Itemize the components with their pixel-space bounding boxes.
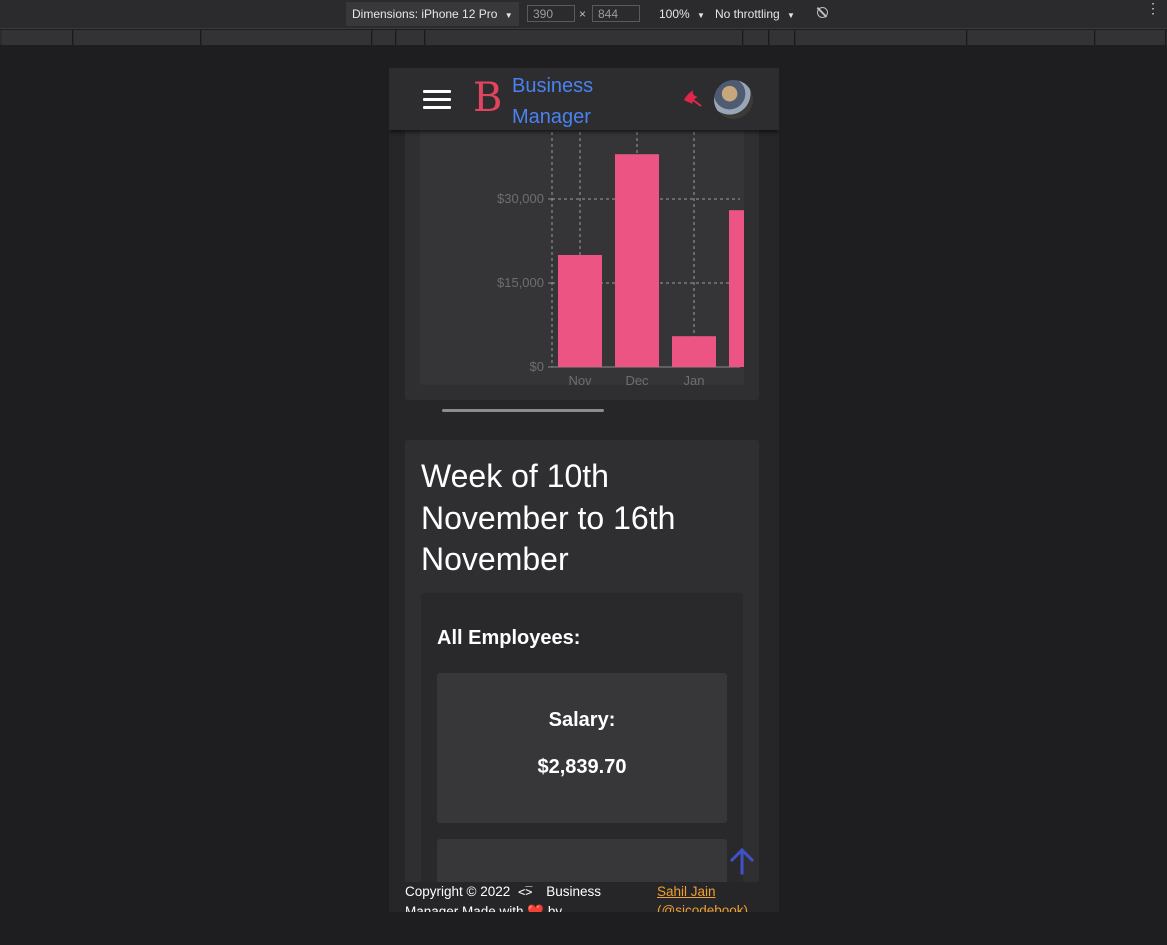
devtools-device-toolbar: Dimensions: iPhone 12 Pro ▼ 390 × 844 10…: [0, 0, 1167, 29]
bar-dec: [615, 154, 659, 367]
device-height-input[interactable]: 844: [592, 5, 640, 22]
author-handle: (@sicodebook): [657, 903, 748, 912]
bar-nov: [558, 255, 602, 367]
footer-credits: Copyright © 2022 <̅> Business Manager Ma…: [405, 882, 635, 912]
x-tick-label: Dec: [625, 373, 649, 385]
chevron-down-icon: ▼: [787, 11, 795, 20]
device-dimensions-dropdown[interactable]: Dimensions: iPhone 12 Pro ▼: [346, 2, 519, 26]
device-width-input[interactable]: 390: [527, 5, 575, 22]
footer-made-with: Manager Made with: [405, 904, 524, 912]
rotate-icon[interactable]: [817, 7, 828, 18]
footer: Copyright © 2022 <̅> Business Manager Ma…: [389, 882, 779, 912]
revenue-chart-card: $30,000$15,000$0NovDecJanF: [405, 108, 759, 412]
device-dimensions-label: Dimensions: iPhone 12 Pro: [352, 7, 498, 21]
chart-container: $30,000$15,000$0NovDecJanF: [420, 108, 744, 385]
dimension-separator: ×: [579, 7, 587, 21]
hamburger-menu-icon[interactable]: [423, 90, 451, 110]
y-tick-label: $30,000: [497, 191, 544, 206]
logo-icon[interactable]: B: [473, 75, 502, 121]
week-title: Week of 10th November to 16th November: [421, 458, 676, 577]
y-tick-label: $15,000: [497, 275, 544, 290]
footer-by: by: [547, 904, 563, 912]
footer-business: Business: [546, 884, 602, 899]
throttling-dropdown[interactable]: No throttling ▼: [715, 7, 795, 21]
code-icon: <̅>: [518, 885, 533, 899]
x-tick-label: Jan: [684, 373, 705, 385]
bar-f: [729, 210, 744, 367]
week-summary-card: Week of 10th November to 16th November A…: [405, 440, 759, 912]
salary-label: Salary:: [548, 709, 616, 731]
user-avatar[interactable]: [714, 80, 753, 119]
y-tick-label: $0: [530, 359, 544, 374]
brand-line2: Manager: [512, 106, 591, 128]
throttling-label: No throttling: [715, 7, 780, 21]
salary-value: $2,839.70: [537, 756, 627, 778]
chevron-down-icon: ▼: [504, 11, 513, 20]
bar-jan: [672, 336, 716, 367]
all-employees-heading: All Employees:: [437, 627, 581, 649]
brand-line1: Business: [512, 75, 594, 97]
device-viewport: $30,000$15,000$0NovDecJanF Week of 10th …: [389, 68, 779, 912]
x-tick-label: Nov: [568, 373, 592, 385]
employees-panel: All Employees: Salary: $2,839.70: [421, 593, 743, 912]
kebab-menu-icon[interactable]: ⋮: [1146, 1, 1160, 15]
brand-name[interactable]: Business Manager: [512, 71, 593, 133]
bird-icon[interactable]: [681, 88, 703, 108]
media-query-ruler[interactable]: [0, 30, 1167, 45]
copyright-text: Copyright © 2022: [405, 884, 511, 899]
zoom-label: 100%: [659, 7, 690, 21]
chevron-down-icon: ▼: [697, 11, 705, 20]
zoom-dropdown[interactable]: 100% ▼: [659, 7, 705, 21]
horizontal-scrollbar[interactable]: [442, 409, 604, 412]
bar-chart: $30,000$15,000$0NovDecJanF: [497, 108, 744, 385]
heart-icon: ❤️: [527, 904, 545, 912]
app-header: B Business Manager: [389, 68, 779, 130]
author-link[interactable]: Sahil Jain (@sicodebook): [657, 882, 777, 912]
scroll-to-top-icon[interactable]: [727, 846, 757, 876]
author-name: Sahil Jain: [657, 884, 716, 899]
salary-card: Salary: $2,839.70: [437, 673, 727, 823]
